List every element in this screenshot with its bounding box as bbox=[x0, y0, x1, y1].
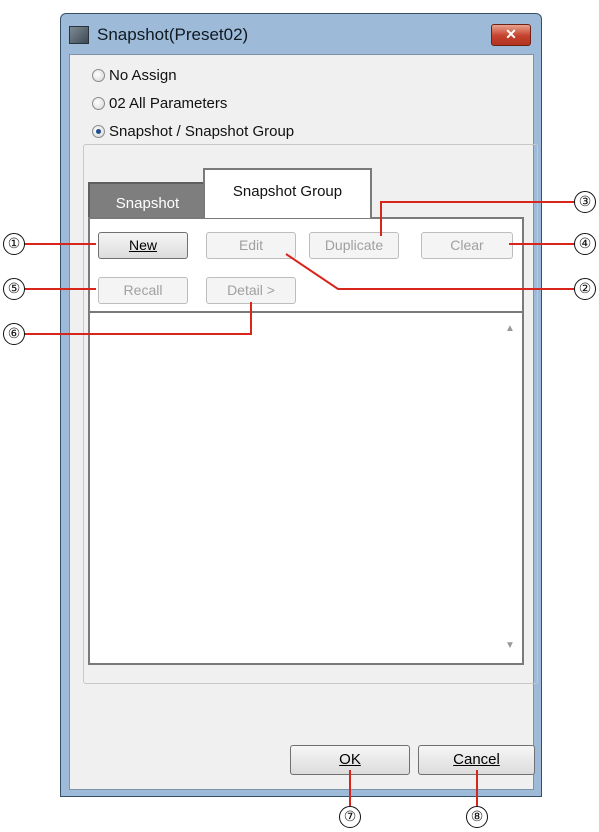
app-icon bbox=[69, 26, 89, 44]
radio-icon bbox=[92, 97, 105, 110]
ok-button[interactable]: OK bbox=[290, 745, 410, 775]
ok-button-label: OK bbox=[339, 751, 361, 768]
radio-all-parameters[interactable]: 02 All Parameters bbox=[92, 95, 227, 112]
radio-snapshot-group[interactable]: Snapshot / Snapshot Group bbox=[92, 123, 294, 140]
cancel-button-label: Cancel bbox=[453, 751, 500, 768]
callout-6: ⑥ bbox=[3, 323, 25, 345]
edit-button[interactable]: Edit bbox=[206, 232, 296, 259]
radio-icon bbox=[92, 69, 105, 82]
title-bar[interactable]: Snapshot(Preset02) ✕ bbox=[61, 14, 541, 54]
snapshot-group-list[interactable]: ▲ ▼ bbox=[90, 311, 522, 663]
cancel-button[interactable]: Cancel bbox=[418, 745, 535, 775]
scroll-down-arrow-icon[interactable]: ▼ bbox=[505, 640, 515, 651]
callout-3: ③ bbox=[574, 191, 596, 213]
callout-4: ④ bbox=[574, 233, 596, 255]
tab-snapshot-group[interactable]: Snapshot Group bbox=[203, 168, 372, 218]
tab-snapshot[interactable]: Snapshot bbox=[88, 182, 207, 218]
recall-button[interactable]: Recall bbox=[98, 277, 188, 304]
callout-2: ② bbox=[574, 278, 596, 300]
radio-label: No Assign bbox=[109, 67, 177, 84]
radio-label: 02 All Parameters bbox=[109, 95, 228, 112]
radio-selected-icon bbox=[92, 125, 105, 138]
callout-1: ① bbox=[3, 233, 25, 255]
duplicate-button[interactable]: Duplicate bbox=[309, 232, 399, 259]
window-title: Snapshot(Preset02) bbox=[97, 25, 249, 44]
callout-7: ⑦ bbox=[339, 806, 361, 828]
clear-button[interactable]: Clear bbox=[421, 232, 513, 259]
tab-panel: New Edit Duplicate Clear Recall Detail >… bbox=[88, 217, 524, 665]
scroll-up-arrow-icon[interactable]: ▲ bbox=[505, 323, 515, 334]
close-button[interactable]: ✕ bbox=[491, 24, 531, 46]
callout-8: ⑧ bbox=[466, 806, 488, 828]
new-button[interactable]: New bbox=[98, 232, 188, 259]
radio-no-assign[interactable]: No Assign bbox=[92, 67, 177, 84]
callout-5: ⑤ bbox=[3, 278, 25, 300]
detail-button[interactable]: Detail > bbox=[206, 277, 296, 304]
new-button-label: New bbox=[128, 237, 157, 253]
radio-label: Snapshot / Snapshot Group bbox=[109, 123, 295, 140]
list-scrollbar[interactable]: ▲ ▼ bbox=[500, 313, 522, 663]
